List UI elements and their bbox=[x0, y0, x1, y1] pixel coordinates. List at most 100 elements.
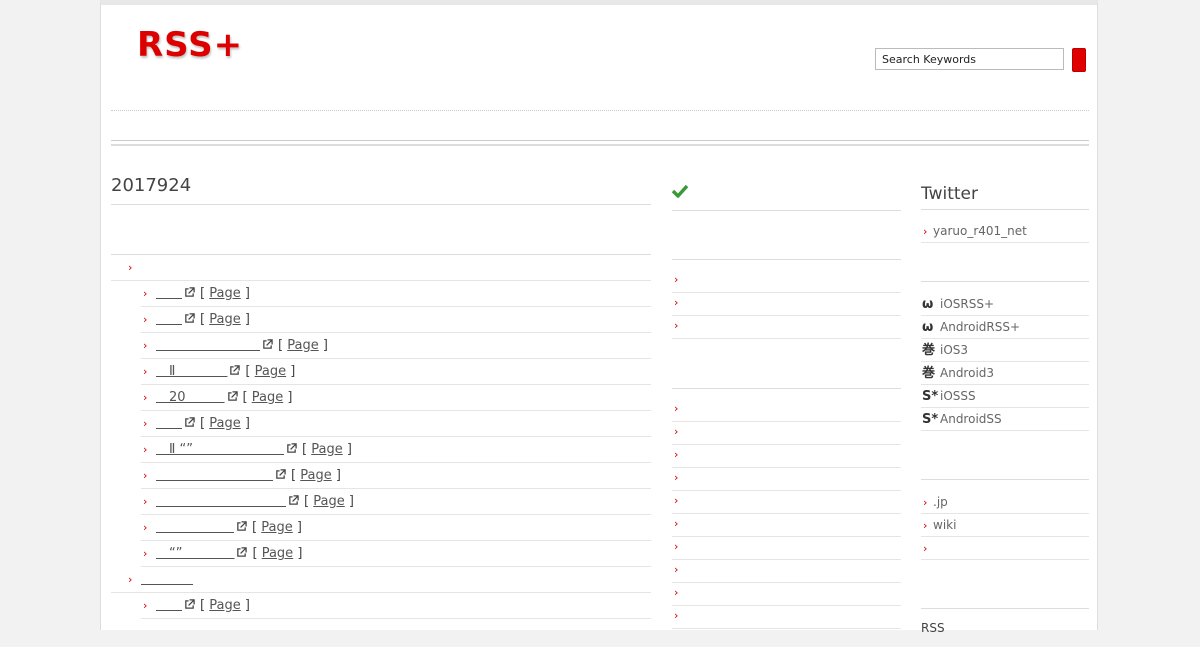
page-bracket: [ Page ] bbox=[302, 442, 352, 457]
sidebar: Twitter › yaruo_r401_net ω iOSRSS+ ω Androi… bbox=[921, 175, 1089, 635]
article-link[interactable]: ＿＿ bbox=[156, 416, 182, 431]
middle-link[interactable]: › bbox=[672, 270, 901, 293]
middle-link[interactable]: › bbox=[672, 491, 901, 514]
sidebar-link-label: .jp bbox=[933, 495, 948, 509]
app-label: AndroidSS bbox=[940, 412, 1002, 426]
sidebar-link[interactable]: › bbox=[921, 537, 1089, 560]
article-link[interactable]: ＿＿＿＿＿＿＿＿ bbox=[156, 338, 260, 353]
sidebar-link[interactable]: › wiki bbox=[921, 514, 1089, 537]
page-link[interactable]: Page bbox=[209, 286, 240, 301]
article-link[interactable]: ＿＿＿＿＿＿＿＿＿ bbox=[156, 468, 273, 483]
app-label: Android3 bbox=[940, 366, 995, 380]
page-link[interactable]: Page bbox=[261, 520, 292, 535]
middle-link[interactable]: › bbox=[672, 514, 901, 537]
article-link[interactable]: ＿＿＿＿＿＿＿＿＿＿ bbox=[156, 494, 286, 509]
chevron-right-icon: › bbox=[143, 469, 148, 482]
article-row: › ＿＿ [ Page ] bbox=[141, 593, 651, 619]
article-link[interactable]: ＿＿＿＿ bbox=[141, 572, 193, 587]
middle-link[interactable]: › bbox=[672, 560, 901, 583]
external-link-icon bbox=[237, 521, 247, 531]
chevron-right-icon: › bbox=[674, 586, 679, 599]
twitter-account-link[interactable]: › yaruo_r401_net bbox=[921, 220, 1089, 243]
external-link-icon bbox=[276, 469, 286, 479]
page-link[interactable]: Page bbox=[255, 364, 286, 379]
search-button[interactable] bbox=[1072, 48, 1086, 72]
app-link[interactable]: ω iOSRSS+ bbox=[921, 293, 1089, 316]
middle-link[interactable]: › bbox=[672, 583, 901, 606]
middle-link[interactable]: › bbox=[672, 468, 901, 491]
page-link[interactable]: Page bbox=[287, 338, 318, 353]
chevron-right-icon: › bbox=[143, 391, 148, 404]
chevron-right-icon: › bbox=[674, 402, 679, 415]
page-bracket: [ Page ] bbox=[242, 390, 293, 405]
page-bracket: [ Page ] bbox=[304, 494, 354, 509]
middle-link[interactable]: › bbox=[672, 422, 901, 445]
external-link-icon bbox=[185, 417, 195, 427]
page-link[interactable]: Page bbox=[313, 494, 344, 509]
middle-link[interactable]: › bbox=[672, 399, 901, 422]
page-bracket: [ Page ] bbox=[200, 286, 250, 301]
page-bracket: [ Page ] bbox=[252, 546, 303, 561]
page-link[interactable]: Page bbox=[209, 598, 240, 613]
chevron-right-icon: › bbox=[128, 261, 133, 274]
external-link-icon bbox=[227, 391, 238, 401]
chevron-right-icon: › bbox=[128, 573, 133, 586]
sidebar-spacer bbox=[921, 560, 1089, 609]
app-icon: S* bbox=[922, 389, 939, 404]
page-link[interactable]: Page bbox=[209, 416, 240, 431]
article-row: › ＿＿＿＿＿＿＿＿＿ [ Page ] bbox=[141, 463, 651, 489]
chevron-right-icon: › bbox=[674, 319, 679, 332]
chevron-right-icon: › bbox=[143, 365, 148, 378]
sidebar-link[interactable]: › .jp bbox=[921, 491, 1089, 514]
article-row: › ＿Ⅱ “”＿＿＿＿＿＿＿ [ Page ] bbox=[141, 437, 651, 463]
middle-link[interactable]: › bbox=[672, 445, 901, 468]
app-link[interactable]: S* AndroidSS bbox=[921, 408, 1089, 431]
article-link[interactable]: ＿＿ bbox=[156, 312, 182, 327]
nav-divider bbox=[111, 140, 1089, 146]
page-link[interactable]: Page bbox=[311, 442, 342, 457]
article-link[interactable]: ＿Ⅱ “”＿＿＿＿＿＿＿ bbox=[156, 442, 284, 457]
app-link[interactable]: 巻 iOS3 bbox=[921, 339, 1089, 362]
chevron-right-icon: › bbox=[674, 273, 679, 286]
chevron-right-icon: › bbox=[674, 517, 679, 530]
chevron-right-icon: › bbox=[143, 495, 148, 508]
site-logo[interactable]: RSS+ bbox=[137, 25, 243, 65]
article-link[interactable]: ＿Ⅱ＿＿＿＿ bbox=[156, 364, 227, 379]
chevron-right-icon: › bbox=[143, 521, 148, 534]
middle-link[interactable]: › bbox=[672, 293, 901, 316]
page-link[interactable]: Page bbox=[300, 468, 331, 483]
app-label: iOSSS bbox=[940, 389, 976, 403]
page-bracket: [ Page ] bbox=[245, 364, 296, 379]
middle-link[interactable]: › bbox=[672, 537, 901, 560]
middle-link[interactable]: › bbox=[672, 606, 901, 629]
middle-header bbox=[672, 175, 901, 211]
app-link[interactable]: ω AndroidRSS+ bbox=[921, 316, 1089, 339]
search-input[interactable] bbox=[875, 48, 1064, 70]
app-link[interactable]: S* iOSSS bbox=[921, 385, 1089, 408]
category-row: › bbox=[111, 255, 651, 281]
article-link[interactable]: ＿“”＿＿＿＿ bbox=[156, 546, 234, 561]
external-link-icon bbox=[230, 365, 241, 375]
page-link[interactable]: Page bbox=[262, 546, 293, 561]
external-link-icon bbox=[289, 495, 299, 505]
page-bracket: [ Page ] bbox=[252, 520, 302, 535]
app-icon: S* bbox=[922, 412, 939, 427]
chevron-right-icon: › bbox=[143, 339, 148, 352]
sidebar-spacer bbox=[921, 243, 1089, 282]
external-link-icon bbox=[185, 313, 195, 323]
article-link[interactable]: ＿＿＿＿＿＿ bbox=[156, 520, 234, 535]
article-list: › › ＿＿[ Page ] › ＿＿[ Page ] › ＿＿＿＿＿＿＿＿[ Page ]… bbox=[111, 255, 651, 619]
article-link[interactable]: ＿20＿＿＿ bbox=[156, 390, 225, 405]
page-link[interactable]: Page bbox=[252, 390, 283, 405]
article-link[interactable]: ＿＿ bbox=[156, 286, 182, 301]
article-link[interactable]: ＿＿ bbox=[156, 598, 182, 613]
rss-heading: RSS bbox=[921, 621, 945, 635]
sidebar-link-label: wiki bbox=[933, 518, 957, 532]
app-link[interactable]: 巻 Android3 bbox=[921, 362, 1089, 385]
chevron-right-icon: › bbox=[674, 296, 679, 309]
chevron-right-icon: › bbox=[143, 443, 148, 456]
page-bracket: [ Page ] bbox=[278, 338, 328, 353]
middle-link[interactable]: › bbox=[672, 316, 901, 339]
external-link-icon bbox=[263, 339, 273, 349]
page-link[interactable]: Page bbox=[209, 312, 240, 327]
